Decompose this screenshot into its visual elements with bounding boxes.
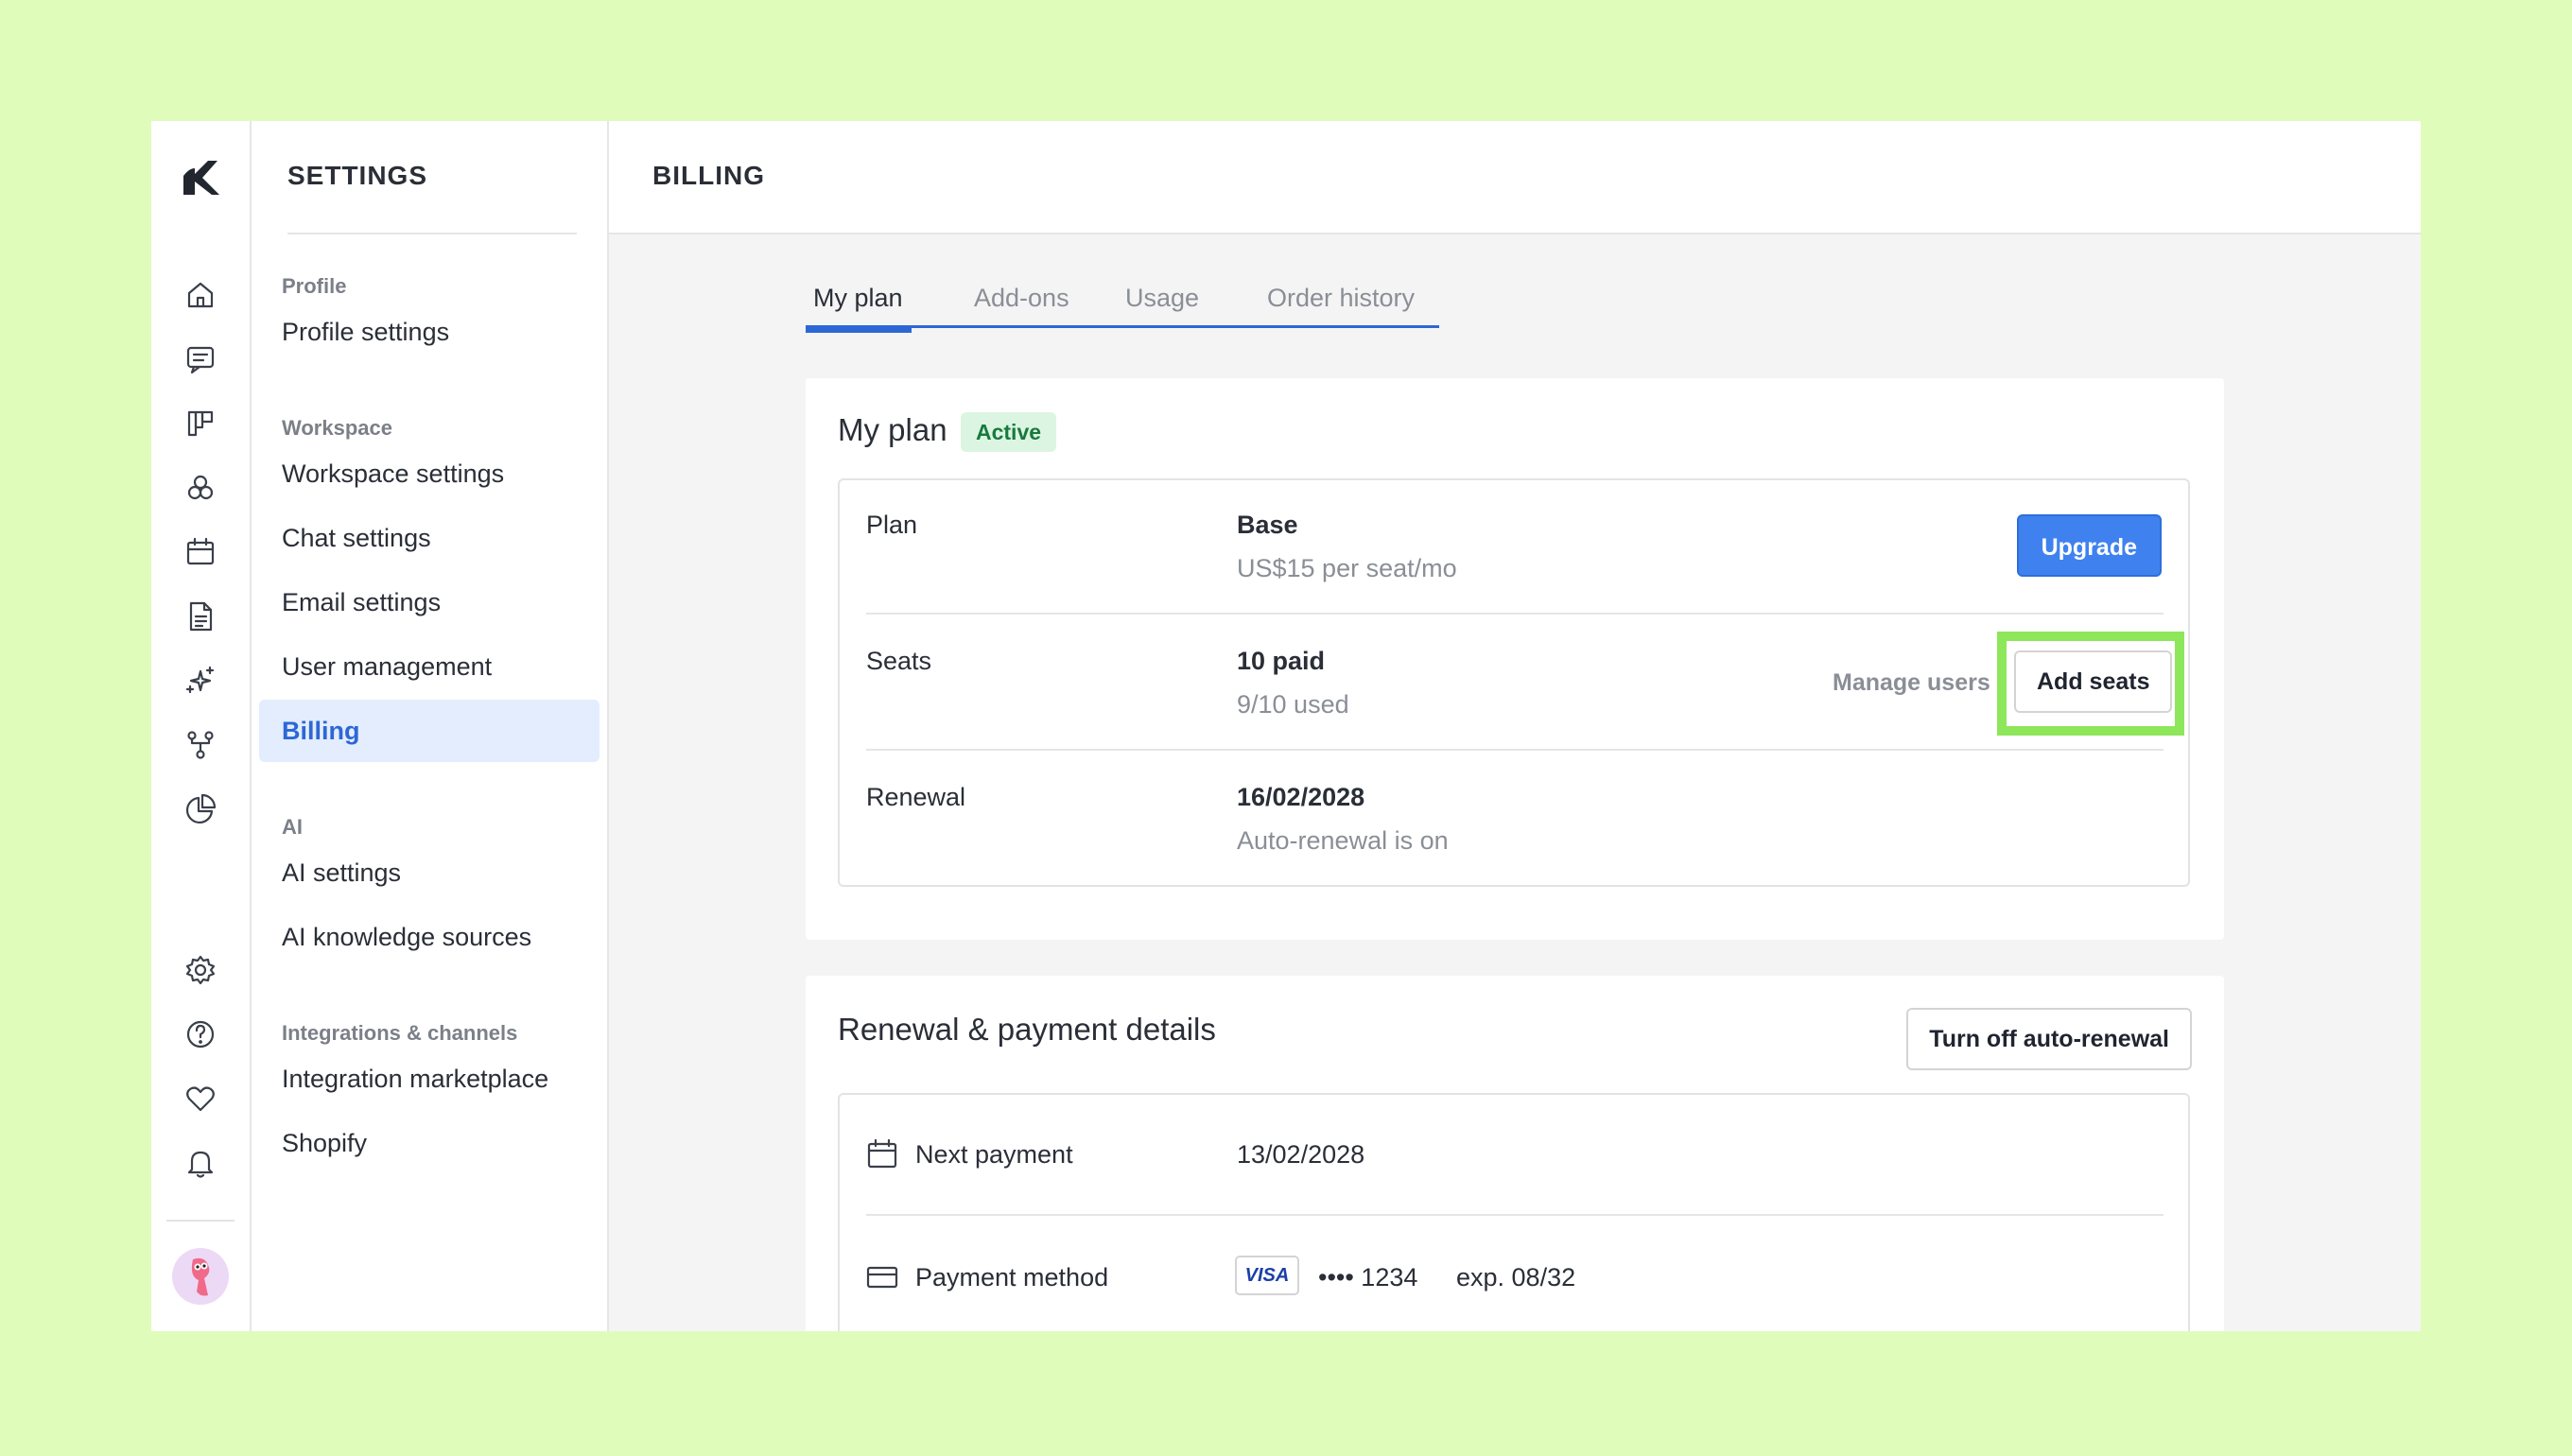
calendar-icon[interactable] <box>182 533 219 571</box>
tab-add-ons[interactable]: Add-ons <box>974 284 1069 313</box>
group-label-profile: Profile <box>282 274 347 298</box>
page-title: BILLING <box>652 161 765 190</box>
sidebar-item-integration-marketplace[interactable]: Integration marketplace <box>259 1048 600 1110</box>
row-divider <box>866 749 2164 751</box>
bell-icon[interactable] <box>182 1144 219 1182</box>
sidebar-item-billing[interactable]: Billing <box>259 700 600 762</box>
renewal-label: Renewal <box>866 783 966 811</box>
sidebar-item-ai-settings[interactable]: AI settings <box>259 841 600 904</box>
add-seats-button[interactable]: Add seats <box>2014 650 2173 713</box>
sidebar-item-profile-settings[interactable]: Profile settings <box>259 301 600 363</box>
home-icon[interactable] <box>182 276 219 314</box>
payment-details-title: Renewal & payment details <box>838 1012 1216 1047</box>
seats-usage: 9/10 used <box>1237 690 1349 719</box>
plan-value: Base <box>1237 511 1298 539</box>
icon-rail <box>151 121 252 1331</box>
next-payment-label: Next payment <box>915 1140 1073 1169</box>
tab-my-plan[interactable]: My plan <box>813 284 903 313</box>
status-badge: Active <box>961 412 1057 452</box>
plan-details-box: Plan Base US$15 per seat/mo Upgrade Seat… <box>838 478 2190 887</box>
circles-icon[interactable] <box>182 469 219 507</box>
group-label-ai: AI <box>282 815 303 839</box>
sidebar-title: SETTINGS <box>287 161 428 190</box>
renewal-date: 16/02/2028 <box>1237 783 1365 811</box>
board-icon[interactable] <box>182 405 219 442</box>
settings-sidebar: SETTINGS Profile Profile settings Worksp… <box>252 121 609 1331</box>
help-icon[interactable] <box>182 1015 219 1053</box>
seats-value: 10 paid <box>1237 647 1326 675</box>
payment-details-card: Renewal & payment details Turn off auto-… <box>806 976 2224 1331</box>
document-icon[interactable] <box>182 598 219 635</box>
sidebar-item-workspace-settings[interactable]: Workspace settings <box>259 442 600 505</box>
group-label-workspace: Workspace <box>282 416 392 440</box>
payment-method-label: Payment method <box>915 1263 1109 1291</box>
manage-users-button[interactable]: Manage users <box>1833 669 1990 697</box>
card-number: •••• 1234 <box>1318 1263 1418 1291</box>
rail-divider <box>166 1220 235 1222</box>
auto-renewal-status: Auto-renewal is on <box>1237 826 1449 855</box>
sidebar-item-shopify[interactable]: Shopify <box>259 1112 600 1174</box>
my-plan-card: My plan Active Plan Base US$15 per seat/… <box>806 378 2224 940</box>
app-logo-icon[interactable] <box>178 155 223 200</box>
card-expiry: exp. 08/32 <box>1456 1263 1576 1291</box>
avatar[interactable] <box>172 1248 229 1305</box>
credit-card-icon <box>866 1261 898 1293</box>
tab-order-history[interactable]: Order history <box>1267 284 1415 313</box>
sidebar-title-divider <box>287 233 577 234</box>
upgrade-button[interactable]: Upgrade <box>2016 514 2162 577</box>
active-tab-indicator <box>806 328 912 333</box>
payment-details-box: Next payment 13/02/2028 Payment method V… <box>838 1093 2190 1331</box>
sidebar-item-ai-knowledge-sources[interactable]: AI knowledge sources <box>259 906 600 968</box>
calendar-icon <box>866 1138 898 1170</box>
page-header: BILLING <box>609 121 2421 234</box>
row-divider <box>866 613 2164 615</box>
turn-off-auto-renewal-button[interactable]: Turn off auto-renewal <box>1906 1008 2192 1070</box>
group-label-integrations: Integrations & channels <box>282 1021 518 1045</box>
next-payment-date: 13/02/2028 <box>1237 1140 1365 1169</box>
billing-tabs: My plan Add-ons Usage Order history <box>806 284 1439 333</box>
pie-chart-icon[interactable] <box>182 790 219 828</box>
visa-logo: VISA <box>1235 1256 1299 1295</box>
heart-icon[interactable] <box>182 1080 219 1118</box>
seats-label: Seats <box>866 647 932 675</box>
chat-icon[interactable] <box>182 340 219 378</box>
row-divider <box>866 1214 2164 1216</box>
sidebar-item-user-management[interactable]: User management <box>259 635 600 698</box>
sidebar-item-email-settings[interactable]: Email settings <box>259 571 600 633</box>
my-plan-title: My plan <box>838 412 947 447</box>
plan-label: Plan <box>866 511 918 539</box>
tab-usage[interactable]: Usage <box>1125 284 1199 313</box>
app-window: SETTINGS Profile Profile settings Worksp… <box>151 121 2421 1331</box>
plan-price: US$15 per seat/mo <box>1237 554 1457 582</box>
sparkles-icon[interactable] <box>182 662 219 700</box>
workflow-icon[interactable] <box>182 726 219 764</box>
settings-icon[interactable] <box>182 951 219 989</box>
sidebar-item-chat-settings[interactable]: Chat settings <box>259 507 600 569</box>
